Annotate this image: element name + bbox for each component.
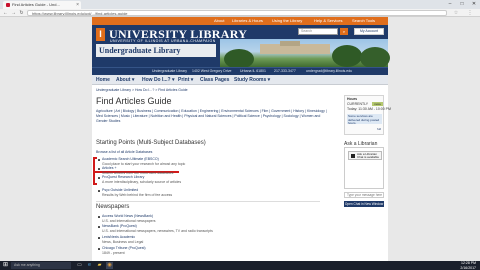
- topnav-libraries-hours[interactable]: Libraries & Hours: [232, 17, 263, 25]
- browse-databases-link[interactable]: Browse a list of all Article Databases: [96, 150, 152, 154]
- url-input[interactable]: https://www.library.illinois.edu/ugl/...…: [27, 10, 447, 16]
- hours-currently: CURRENTLY: [347, 102, 369, 106]
- browser-tab-bar: Find Articles Guide - Und... × – □ ✕: [0, 0, 480, 9]
- chat-status: Ask a Librarian Chat is available: [348, 151, 382, 160]
- hours-heading: Hours: [347, 97, 358, 101]
- page-gutter-left: [0, 17, 92, 261]
- reload-button[interactable]: ↻: [18, 9, 25, 17]
- chat-message-input[interactable]: Type your message here: [344, 192, 384, 198]
- section-divider: [96, 201, 320, 202]
- minimize-button[interactable]: –: [444, 0, 456, 9]
- hours-widget: Hours CURRENTLY more Today: 11:30 AM - 1…: [344, 95, 391, 135]
- tab-close-icon[interactable]: ×: [76, 1, 79, 9]
- illinois-logo-icon[interactable]: I: [96, 28, 105, 41]
- hours-today: Today: 11:30 AM - 10:00 PM: [347, 107, 391, 111]
- subject-links[interactable]: Agriculture | Art | Biology | Business |…: [96, 109, 328, 124]
- my-account-button[interactable]: My Account: [354, 28, 384, 35]
- starting-points-heading: Starting Points (Multi-Subject Databases…: [96, 140, 206, 146]
- chrome-browser-icon[interactable]: ◉: [106, 262, 113, 269]
- newspaper-desc: News, Business and Legal: [102, 239, 144, 244]
- back-button[interactable]: ←: [2, 9, 9, 17]
- library-name-banner[interactable]: Undergraduate Library: [96, 44, 216, 57]
- main-nav: Home About ▾ How Do I...? ▾ Print ▾ Clas…: [92, 75, 388, 85]
- search-icon[interactable]: ⌕: [340, 28, 348, 35]
- topnav-search-tools[interactable]: Search Tools: [352, 17, 375, 25]
- close-window-button[interactable]: ✕: [468, 0, 480, 9]
- taskbar-search[interactable]: Ask me anything: [11, 262, 71, 269]
- chat-widget: Ask a Librarian Chat is available: [344, 147, 384, 189]
- tab-title: Find Articles Guide - Und...: [12, 2, 60, 7]
- topnav-help-services[interactable]: Help & Services: [314, 17, 342, 25]
- nav-about[interactable]: About ▾: [116, 75, 134, 85]
- nav-study-rooms[interactable]: Study Rooms ▾: [234, 75, 270, 85]
- chat-logo-icon: [351, 154, 355, 158]
- newspaper-item[interactable]: Access World News (NewsBank) U.S. and in…: [102, 214, 156, 223]
- address-bar: ← → ↻ https://www.library.illinois.edu/u…: [0, 9, 480, 17]
- system-clock[interactable]: 12:28 PM 2/16/2017: [430, 261, 476, 270]
- windows-taskbar: ⊞ Ask me anything ▭ e ▰ ◉ 12:28 PM 2/16/…: [0, 261, 480, 270]
- database-item[interactable]: ProQuest Research Library A more interdi…: [102, 175, 181, 184]
- newspaper-desc: U.S. and international newspapers: [102, 218, 156, 223]
- nav-how-do-i[interactable]: How Do I...? ▾: [142, 75, 175, 85]
- database-item[interactable]: Psyc Outside Unlimited Results by Web be…: [102, 188, 172, 197]
- maximize-button[interactable]: □: [456, 0, 468, 9]
- newspapers-heading: Newspapers: [96, 204, 130, 210]
- newspaper-name[interactable]: Access World News (NewsBank): [102, 214, 156, 219]
- library-contact-strip: Undergraduate Library 1402 West Gregory …: [92, 67, 388, 75]
- forward-button[interactable]: →: [10, 9, 17, 17]
- breadcrumb[interactable]: Undergraduate Library > How Do I...? > F…: [96, 88, 188, 92]
- database-item[interactable]: Articles + Search articles from our most…: [102, 166, 173, 175]
- favicon-icon: [6, 3, 10, 7]
- file-explorer-icon[interactable]: ▰: [96, 262, 103, 269]
- university-subtitle: UNIVERSITY OF ILLINOIS AT URBANA-CHAMPAI…: [110, 39, 216, 43]
- newspaper-item[interactable]: Chicago Tribune (ProQuest) 1849 - presen…: [102, 246, 146, 255]
- full-hours-link[interactable]: full: [377, 127, 381, 131]
- database-desc: A more interdisciplinary, scholarly sour…: [102, 179, 182, 184]
- newspaper-desc: U.S. and international newspapers, newsw…: [102, 228, 213, 233]
- database-item[interactable]: Academic Search Ultimate (EBSCO) Good pl…: [102, 157, 185, 166]
- newspaper-item[interactable]: LexisNexis Academic News, Business and L…: [102, 235, 143, 244]
- page-title: Find Articles Guide: [96, 96, 172, 106]
- site-search-input[interactable]: Search: [298, 28, 338, 35]
- topnav-using-library[interactable]: Using the Library: [272, 17, 302, 25]
- windows-start-icon[interactable]: ⊞: [2, 262, 9, 269]
- nav-print[interactable]: Print ▾: [178, 75, 193, 85]
- nav-home[interactable]: Home: [96, 75, 110, 85]
- topnav-about[interactable]: About: [214, 17, 224, 25]
- more-hours-button[interactable]: more: [372, 102, 383, 106]
- open-chat-button[interactable]: Open Chat in New Window: [344, 201, 384, 207]
- edge-browser-icon[interactable]: e: [86, 262, 93, 269]
- top-nav: About Libraries & Hours Using the Librar…: [92, 17, 388, 25]
- site-header: I UNIVERSITY LIBRARY UNIVERSITY OF ILLIN…: [92, 25, 390, 69]
- library-photo: [220, 39, 390, 69]
- hours-alert: Some services are delivered during poste…: [347, 114, 382, 125]
- task-view-icon[interactable]: ▭: [76, 262, 83, 269]
- newspaper-desc: 1849 - present: [102, 250, 125, 255]
- clock-date: 2/16/2017: [460, 265, 476, 270]
- newspaper-item[interactable]: NewsBank (ProQuest) U.S. and internation…: [102, 224, 213, 233]
- chat-status-text: Ask a Librarian Chat is available: [357, 152, 380, 160]
- browser-menu-icon[interactable]: ⋮: [466, 9, 474, 17]
- database-desc: Results by Web behind the firm of fee ac…: [102, 192, 173, 197]
- nav-class-pages[interactable]: Class Pages: [200, 75, 229, 85]
- newspaper-name[interactable]: Chicago Tribune (ProQuest): [102, 246, 146, 251]
- browser-tab[interactable]: Find Articles Guide - Und... ×: [3, 1, 81, 9]
- page-gutter-right: [388, 17, 480, 261]
- bookmark-star-icon[interactable]: ☆: [452, 9, 460, 17]
